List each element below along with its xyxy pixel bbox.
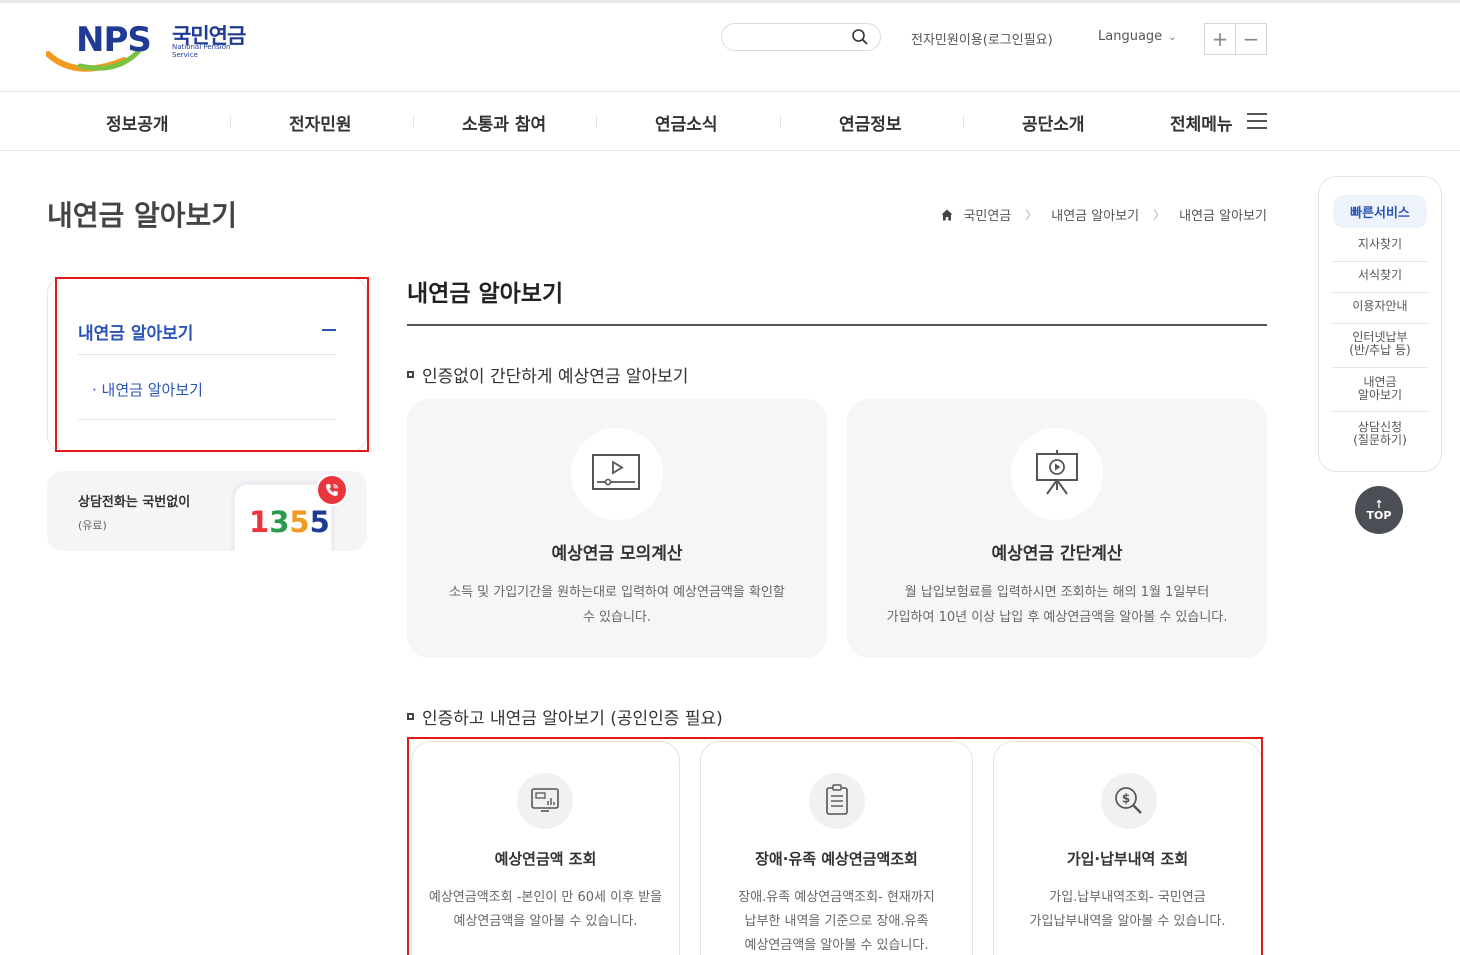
card-title: 가입·납부내역 조회: [1066, 850, 1189, 868]
collapse-minus-icon[interactable]: [322, 329, 336, 331]
language-select[interactable]: Language ⌄: [1098, 29, 1177, 44]
card-icon-circle: [1011, 428, 1103, 520]
search-input[interactable]: [721, 23, 881, 51]
call-fee-note: (유료): [78, 519, 107, 532]
hamburger-icon[interactable]: [1247, 113, 1267, 129]
svg-text:$: $: [1122, 792, 1130, 806]
search-icon[interactable]: [852, 29, 868, 45]
nav-separator: [230, 116, 231, 127]
divider: [1332, 261, 1428, 262]
nav-item-pension-news[interactable]: 연금소식: [655, 110, 718, 135]
card-title: 예상연금액 조회: [494, 850, 597, 868]
nav-item-info-disclosure[interactable]: 정보공개: [106, 110, 169, 135]
card-icon-circle: [517, 773, 573, 829]
card-icon-circle: $: [1101, 773, 1157, 829]
monitor-play-icon: [592, 454, 640, 490]
page-title: 내연금 알아보기: [47, 199, 238, 232]
divider: [1332, 411, 1428, 412]
quick-item-form-finder[interactable]: 서식찾기: [1332, 269, 1428, 282]
breadcrumb-item[interactable]: 국민연금: [963, 205, 1011, 224]
quick-item-my-pension[interactable]: 내연금 알아보기: [1332, 376, 1428, 402]
side-menu: [47, 277, 367, 452]
card-icon-circle: [809, 773, 865, 829]
card-title: 예상연금 간단계산: [991, 544, 1123, 564]
card-title: 예상연금 모의계산: [551, 544, 683, 564]
group-heading-no-auth: 인증없이 간단하게 예상연금 알아보기: [407, 362, 688, 387]
zoom-out-button[interactable]: −: [1236, 24, 1266, 54]
zoom-controls: + −: [1204, 23, 1267, 55]
logo-nps-text: NPS: [76, 20, 152, 60]
scroll-top-button[interactable]: ↑ TOP: [1355, 486, 1403, 534]
quick-item-user-guide[interactable]: 이용자안내: [1332, 300, 1428, 313]
nav-item-about[interactable]: 공단소개: [1022, 110, 1085, 135]
ecivil-link[interactable]: 전자민원이용(로그인필요): [911, 29, 1053, 48]
divider: [1332, 367, 1428, 368]
breadcrumb: 국민연금 〉 내연금 알아보기 〉 내연금 알아보기: [941, 205, 1267, 224]
nav-item-pension-info[interactable]: 연금정보: [839, 110, 902, 135]
language-label: Language: [1098, 29, 1163, 44]
quick-service-panel: 빠른서비스 지사찾기 서식찾기 이용자안내 인터넷납부 (반/추납 등) 내연금 알…: [1318, 176, 1442, 472]
side-menu-title[interactable]: 내연금 알아보기: [78, 319, 193, 344]
divider: [78, 354, 336, 355]
group-heading-label: 인증하고 내연금 알아보기 (공인인증 필요): [422, 709, 723, 729]
card-disability-survivor-inquiry[interactable]: 장애·유족 예상연금액조회 장애.유족 예상연금액조회- 현재까지 납부한 내역을…: [700, 741, 973, 955]
side-menu-item-label: 내연금 알아보기: [101, 381, 203, 399]
quick-item-consultation[interactable]: 상담신청 (질문하기): [1332, 421, 1428, 447]
card-icon-circle: [571, 428, 663, 520]
top-label: TOP: [1366, 509, 1392, 522]
zoom-in-button[interactable]: +: [1205, 24, 1236, 54]
presentation-icon: [1036, 450, 1078, 495]
nav-item-all-menu[interactable]: 전체메뉴: [1170, 110, 1233, 135]
quick-service-title: 빠른서비스: [1333, 195, 1427, 228]
nav-item-communication[interactable]: 소통과 참여: [462, 110, 546, 135]
card-expected-pension-inquiry[interactable]: 예상연금액 조회 예상연금액조회 -본인이 만 60세 이후 받을 예상연금액을 …: [411, 741, 680, 955]
quick-item-branch-finder[interactable]: 지사찾기: [1332, 238, 1428, 251]
card-description: 소득 및 가입기간을 원하는대로 입력하여 예상연금액을 확인할 수 있습니다.: [449, 585, 785, 625]
home-icon[interactable]: [941, 209, 953, 221]
nav-separator: [963, 116, 964, 127]
divider: [78, 419, 336, 420]
nav-item-e-civil[interactable]: 전자민원: [289, 110, 352, 135]
call-text: 상담전화는 국번없이: [78, 495, 191, 510]
nav-separator: [596, 116, 597, 127]
nps-logo[interactable]: NPS 국민연금 National Pension Service: [46, 18, 256, 74]
nav-separator: [413, 116, 414, 127]
section-title: 내연금 알아보기: [407, 281, 564, 307]
side-menu-item[interactable]: · 내연금 알아보기: [92, 379, 203, 400]
divider: [1332, 292, 1428, 293]
logo-english-name: National Pension Service: [172, 43, 231, 59]
card-description: 월 납입보험료를 입력하시면 조회하는 해의 1월 1일부터 가입하여 10년 이…: [886, 585, 1228, 625]
square-bullet-icon: [407, 371, 414, 378]
monitor-chart-icon: [531, 788, 559, 812]
card-description: 장애.유족 예상연금액조회- 현재까지 납부한 내역을 기준으로 장애.유족 예상연…: [738, 890, 935, 953]
card-description: 예상연금액조회 -본인이 만 60세 이후 받을 예상연금액을 알아볼 수 있습니…: [428, 890, 663, 929]
divider: [1332, 323, 1428, 324]
quick-item-internet-payment[interactable]: 인터넷납부 (반/추납 등): [1332, 331, 1428, 357]
group-heading-label: 인증없이 간단하게 예상연금 알아보기: [422, 367, 689, 387]
card-subscription-payment-inquiry[interactable]: $ 가입·납부내역 조회 가입.납부내역조회- 국민연금 가입납부내역을 알아볼 …: [993, 741, 1262, 955]
group-heading-auth: 인증하고 내연금 알아보기 (공인인증 필요): [407, 704, 723, 729]
card-mock-calculation[interactable]: 예상연금 모의계산 소득 및 가입기간을 원하는대로 입력하여 예상연금액을 확…: [407, 399, 827, 658]
top-border: [0, 0, 1460, 3]
card-description: 가입.납부내역조회- 국민연금 가입납부내역을 알아볼 수 있습니다.: [1029, 890, 1226, 929]
search-dollar-icon: $: [1115, 787, 1142, 814]
breadcrumb-item[interactable]: 내연금 알아보기: [1051, 205, 1139, 224]
card-simple-calculation[interactable]: 예상연금 간단계산 월 납입보험료를 입력하시면 조회하는 해의 1월 1일부터…: [847, 399, 1267, 658]
call-number: 1355: [249, 505, 330, 539]
main-nav: 정보공개 전자민원 소통과 참여 연금소식 연금정보 공단소개 전체메뉴: [0, 91, 1460, 151]
section-divider: [407, 324, 1267, 326]
card-title: 장애·유족 예상연금액조회: [755, 850, 918, 868]
phone-call-icon[interactable]: [316, 474, 348, 506]
chevron-right-icon: 〉: [1025, 208, 1038, 222]
document-list-icon: [826, 784, 848, 815]
chevron-right-icon: 〉: [1153, 208, 1166, 222]
nav-separator: [780, 116, 781, 127]
chevron-down-icon: ⌄: [1168, 32, 1177, 43]
square-bullet-icon: [407, 713, 414, 720]
breadcrumb-item[interactable]: 내연금 알아보기: [1179, 205, 1267, 224]
